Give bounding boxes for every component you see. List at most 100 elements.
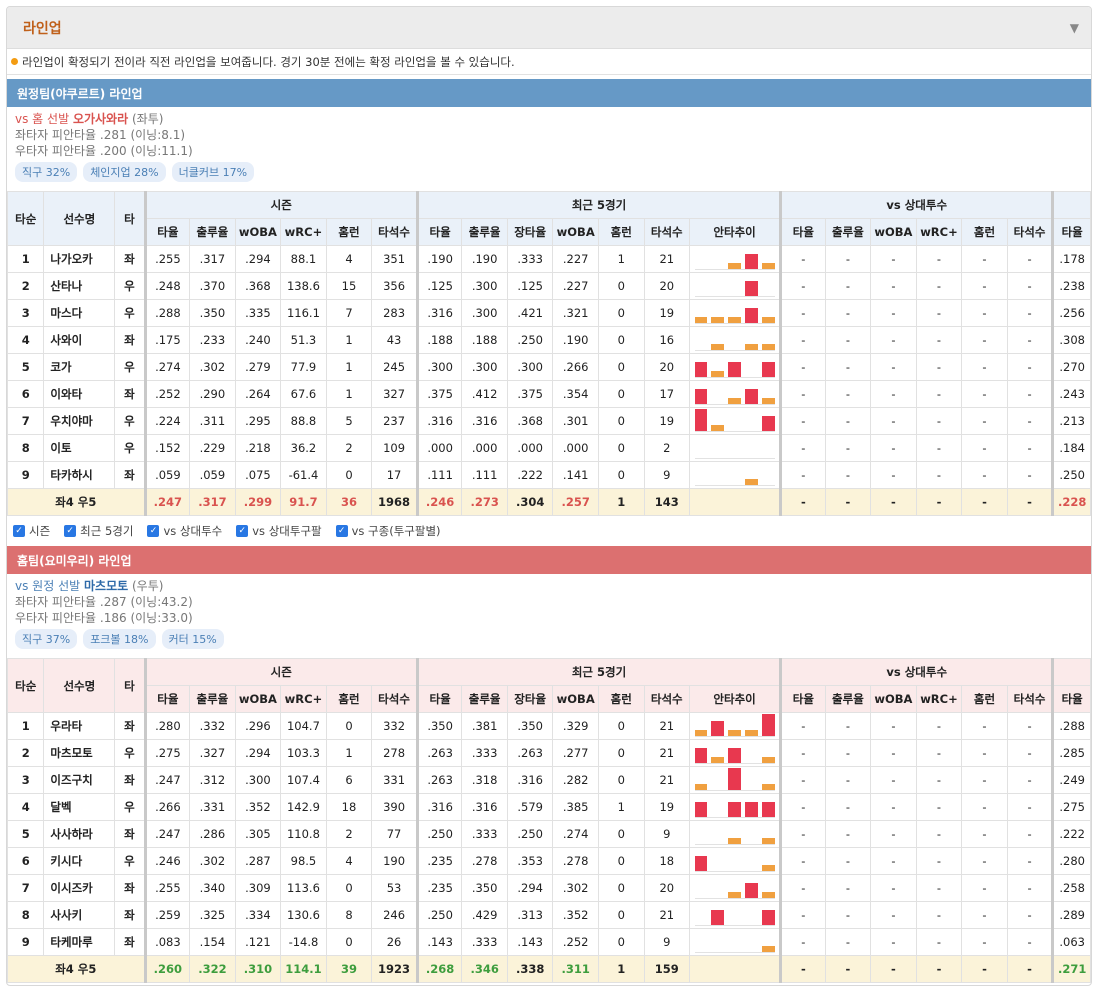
spark-bar: [728, 730, 741, 736]
col-season-stat[interactable]: 출루율: [189, 685, 236, 713]
col-recent-stat[interactable]: 홈런: [597, 685, 645, 713]
col-vs-stat[interactable]: wRC+: [915, 685, 963, 713]
option-checkbox[interactable]: ✓ vs 구종(투구팔별): [335, 523, 441, 539]
player-name[interactable]: 나가오카: [43, 245, 116, 273]
col-recent-stat[interactable]: 타석수: [643, 218, 691, 246]
player-name[interactable]: 코가: [43, 353, 116, 381]
col-recent-stat[interactable]: 타석수: [643, 685, 691, 713]
col-vs-stat[interactable]: 타율: [779, 685, 826, 713]
col-recent-stat[interactable]: wOBA: [552, 218, 599, 246]
checkbox-checked-icon[interactable]: ✓: [64, 525, 77, 537]
player-name[interactable]: 타카하시: [43, 461, 116, 489]
checkbox-checked-icon[interactable]: ✓: [147, 525, 160, 537]
spark-bar: [761, 757, 775, 763]
col-extra-stat[interactable]: 타율: [1051, 218, 1091, 246]
season-stat-cell: .368: [234, 272, 282, 300]
player-name[interactable]: 사사키: [43, 901, 116, 929]
col-vs-stat[interactable]: 출루율: [824, 685, 872, 713]
vs-stat-cell: -: [824, 928, 872, 956]
season-stat-cell: .300: [234, 766, 282, 794]
opp-pitcher-name[interactable]: 마츠모토: [84, 579, 128, 593]
col-recent-stat[interactable]: 장타율: [506, 685, 554, 713]
checkbox-checked-icon[interactable]: ✓: [13, 525, 25, 537]
col-recent-stat[interactable]: 출루율: [461, 685, 508, 713]
col-season-stat[interactable]: 홈런: [325, 218, 373, 246]
col-recent-stat[interactable]: 타율: [415, 218, 463, 246]
season-stat-cell: 1: [325, 353, 373, 381]
col-season-stat[interactable]: wOBA: [234, 218, 282, 246]
lineup-panel-header[interactable]: 라인업 ▼: [7, 7, 1091, 49]
player-name[interactable]: 우치야마: [43, 407, 116, 435]
spark-bar: [728, 398, 741, 404]
season-stat-cell: .325: [189, 901, 236, 929]
col-season-stat[interactable]: 타율: [143, 218, 191, 246]
option-checkbox[interactable]: ✓ 최근 5경기: [64, 523, 133, 539]
vs-stat-cell: -: [915, 272, 963, 300]
spark-bar: [744, 883, 758, 898]
checkbox-checked-icon[interactable]: ✓: [236, 525, 249, 537]
col-vs-stat[interactable]: 타율: [779, 218, 826, 246]
col-recent-stat[interactable]: 안타추이: [689, 218, 782, 246]
recent-stat-cell: .316: [461, 793, 508, 821]
col-season-stat[interactable]: wRC+: [280, 218, 327, 246]
col-extra-stat[interactable]: 타율: [1051, 685, 1091, 713]
vs-stat-cell: -: [915, 766, 963, 794]
option-label: 시즌: [29, 524, 51, 538]
col-season-stat[interactable]: 타석수: [371, 685, 418, 713]
extra-stat-cell: .184: [1051, 434, 1091, 462]
col-vs-stat[interactable]: 홈런: [961, 685, 1008, 713]
vs-stat-cell: -: [961, 712, 1008, 740]
player-name[interactable]: 이와타: [43, 380, 116, 408]
checkbox-checked-icon[interactable]: ✓: [335, 525, 348, 537]
total-vs-cell: -: [824, 488, 872, 516]
player-name[interactable]: 산타나: [43, 272, 116, 300]
group-vs-pitcher: vs 상대투수: [779, 658, 1054, 686]
option-checkbox[interactable]: ✓ 시즌: [13, 523, 50, 539]
col-vs-stat[interactable]: 홈런: [961, 218, 1008, 246]
player-name[interactable]: 키시다: [43, 847, 116, 875]
spark-bar: [694, 409, 708, 431]
col-vs-stat[interactable]: wRC+: [915, 218, 963, 246]
player-name[interactable]: 마츠모토: [43, 739, 116, 767]
col-recent-stat[interactable]: 타율: [415, 685, 463, 713]
col-recent-stat[interactable]: wOBA: [552, 685, 599, 713]
batting-order: 7: [7, 407, 45, 435]
recent-stat-cell: .421: [506, 299, 554, 327]
col-vs-stat[interactable]: wOBA: [870, 218, 917, 246]
vs-stat-cell: -: [824, 245, 872, 273]
player-name[interactable]: 사사하라: [43, 820, 116, 848]
col-recent-stat[interactable]: 장타율: [506, 218, 554, 246]
total-vs-cell: -: [1006, 488, 1054, 516]
player-name[interactable]: 이토: [43, 434, 116, 462]
col-vs-stat[interactable]: 출루율: [824, 218, 872, 246]
col-season-stat[interactable]: 타율: [143, 685, 191, 713]
option-checkbox[interactable]: ✓ vs 상대투수: [147, 523, 222, 539]
col-recent-stat[interactable]: 안타추이: [689, 685, 782, 713]
player-name[interactable]: 타케마루: [43, 928, 116, 956]
player-name[interactable]: 이즈구치: [43, 766, 116, 794]
recent-stat-cell: .266: [552, 353, 599, 381]
player-name[interactable]: 달벡: [43, 793, 116, 821]
col-recent-stat[interactable]: 출루율: [461, 218, 508, 246]
spark-bar: [711, 371, 725, 377]
col-season-stat[interactable]: wRC+: [280, 685, 327, 713]
opp-pitcher-name[interactable]: 오가사와라: [73, 112, 128, 126]
triangle-down-icon[interactable]: ▼: [1070, 21, 1079, 35]
col-season-stat[interactable]: 홈런: [325, 685, 373, 713]
player-name[interactable]: 사와이: [43, 326, 116, 354]
option-checkbox[interactable]: ✓ vs 상대투구팔: [236, 523, 322, 539]
col-season-stat[interactable]: 타석수: [371, 218, 418, 246]
col-vs-stat[interactable]: 타석수: [1006, 685, 1054, 713]
player-name[interactable]: 우라타: [43, 712, 116, 740]
total-vs-cell: -: [824, 955, 872, 983]
col-vs-stat[interactable]: 타석수: [1006, 218, 1054, 246]
player-name[interactable]: 마스다: [43, 299, 116, 327]
col-vs-stat[interactable]: wOBA: [870, 685, 917, 713]
col-season-stat[interactable]: 출루율: [189, 218, 236, 246]
recent-stat-cell: 0: [597, 353, 645, 381]
vs-stat-cell: -: [961, 847, 1008, 875]
player-name[interactable]: 이시즈카: [43, 874, 116, 902]
col-season-stat[interactable]: wOBA: [234, 685, 282, 713]
batting-order: 6: [7, 380, 45, 408]
col-recent-stat[interactable]: 홈런: [597, 218, 645, 246]
